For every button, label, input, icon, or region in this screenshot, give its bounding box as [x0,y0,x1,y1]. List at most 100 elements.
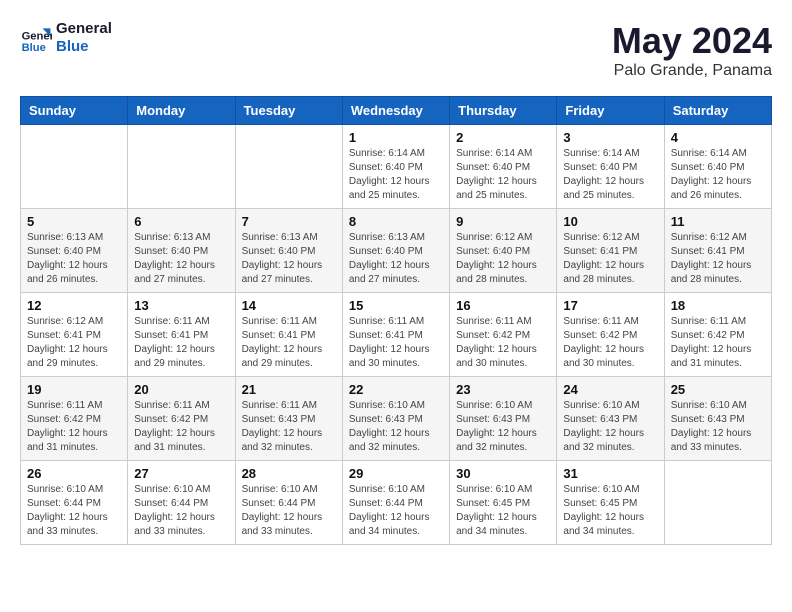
day-number: 13 [134,298,228,313]
day-number: 11 [671,214,765,229]
calendar-cell: 26Sunrise: 6:10 AM Sunset: 6:44 PM Dayli… [21,461,128,545]
calendar-week-5: 26Sunrise: 6:10 AM Sunset: 6:44 PM Dayli… [21,461,772,545]
day-info: Sunrise: 6:12 AM Sunset: 6:41 PM Dayligh… [27,315,121,371]
day-info: Sunrise: 6:10 AM Sunset: 6:43 PM Dayligh… [671,399,765,455]
calendar-header: SundayMondayTuesdayWednesdayThursdayFrid… [21,97,772,125]
calendar-cell: 8Sunrise: 6:13 AM Sunset: 6:40 PM Daylig… [342,209,449,293]
day-info: Sunrise: 6:12 AM Sunset: 6:41 PM Dayligh… [671,231,765,287]
calendar-cell [128,125,235,209]
calendar-cell: 1 Sunrise: 6:14 AM Sunset: 6:40 PM Daylig… [342,125,449,209]
calendar-cell: 11 Sunrise: 6:12 AM Sunset: 6:41 PM Dayli… [664,209,771,293]
calendar-cell: 4 Sunrise: 6:14 AM Sunset: 6:40 PM Daylig… [664,125,771,209]
day-number: 2 [456,130,550,145]
day-number: 17 [563,298,657,313]
day-info: Sunrise: 6:10 AM Sunset: 6:44 PM Dayligh… [134,483,228,539]
day-info: Sunrise: 6:11 AM Sunset: 6:43 PM Dayligh… [242,399,336,455]
day-info: Sunrise: 6:11 AM Sunset: 6:41 PM Dayligh… [349,315,443,371]
day-number: 6 [134,214,228,229]
day-info: Sunrise: 6:14 AM Sunset: 6:40 PM Dayligh… [349,147,443,203]
day-number: 12 [27,298,121,313]
day-info: Sunrise: 6:14 AM Sunset: 6:40 PM Dayligh… [563,147,657,203]
calendar-cell: 6 Sunrise: 6:13 AM Sunset: 6:40 PM Daylig… [128,209,235,293]
day-info: Sunrise: 6:11 AM Sunset: 6:42 PM Dayligh… [563,315,657,371]
day-info: Sunrise: 6:10 AM Sunset: 6:45 PM Dayligh… [563,483,657,539]
calendar-title: May 2024 [612,20,772,62]
weekday-header-tuesday: Tuesday [235,97,342,125]
logo-line2: Blue [56,38,112,56]
day-number: 7 [242,214,336,229]
day-number: 15 [349,298,443,313]
day-number: 30 [456,466,550,481]
day-info: Sunrise: 6:11 AM Sunset: 6:41 PM Dayligh… [134,315,228,371]
calendar-table: SundayMondayTuesdayWednesdayThursdayFrid… [20,96,772,545]
calendar-cell: 24Sunrise: 6:10 AM Sunset: 6:43 PM Dayli… [557,377,664,461]
day-info: Sunrise: 6:11 AM Sunset: 6:42 PM Dayligh… [671,315,765,371]
weekday-header-friday: Friday [557,97,664,125]
calendar-cell: 14Sunrise: 6:11 AM Sunset: 6:41 PM Dayli… [235,293,342,377]
calendar-cell: 29Sunrise: 6:10 AM Sunset: 6:44 PM Dayli… [342,461,449,545]
calendar-week-3: 12 Sunrise: 6:12 AM Sunset: 6:41 PM Dayli… [21,293,772,377]
day-info: Sunrise: 6:12 AM Sunset: 6:40 PM Dayligh… [456,231,550,287]
calendar-cell: 19 Sunrise: 6:11 AM Sunset: 6:42 PM Dayli… [21,377,128,461]
calendar-cell: 5Sunrise: 6:13 AM Sunset: 6:40 PM Daylig… [21,209,128,293]
day-info: Sunrise: 6:14 AM Sunset: 6:40 PM Dayligh… [671,147,765,203]
calendar-subtitle: Palo Grande, Panama [612,62,772,80]
calendar-cell [21,125,128,209]
calendar-cell: 15 Sunrise: 6:11 AM Sunset: 6:41 PM Dayli… [342,293,449,377]
calendar-cell: 2 Sunrise: 6:14 AM Sunset: 6:40 PM Daylig… [450,125,557,209]
calendar-cell [235,125,342,209]
weekday-header-sunday: Sunday [21,97,128,125]
day-number: 19 [27,382,121,397]
calendar-week-2: 5Sunrise: 6:13 AM Sunset: 6:40 PM Daylig… [21,209,772,293]
calendar-cell: 27Sunrise: 6:10 AM Sunset: 6:44 PM Dayli… [128,461,235,545]
calendar-cell: 12 Sunrise: 6:12 AM Sunset: 6:41 PM Dayli… [21,293,128,377]
calendar-cell: 25Sunrise: 6:10 AM Sunset: 6:43 PM Dayli… [664,377,771,461]
day-info: Sunrise: 6:11 AM Sunset: 6:42 PM Dayligh… [134,399,228,455]
day-number: 9 [456,214,550,229]
day-info: Sunrise: 6:10 AM Sunset: 6:43 PM Dayligh… [456,399,550,455]
day-info: Sunrise: 6:14 AM Sunset: 6:40 PM Dayligh… [456,147,550,203]
day-info: Sunrise: 6:12 AM Sunset: 6:41 PM Dayligh… [563,231,657,287]
calendar-body: 1 Sunrise: 6:14 AM Sunset: 6:40 PM Daylig… [21,125,772,545]
day-info: Sunrise: 6:11 AM Sunset: 6:42 PM Dayligh… [27,399,121,455]
day-info: Sunrise: 6:13 AM Sunset: 6:40 PM Dayligh… [27,231,121,287]
page-header: General Blue General Blue May 2024 Palo … [20,20,772,80]
day-number: 23 [456,382,550,397]
day-info: Sunrise: 6:10 AM Sunset: 6:44 PM Dayligh… [349,483,443,539]
day-number: 3 [563,130,657,145]
svg-text:Blue: Blue [22,42,46,54]
day-info: Sunrise: 6:10 AM Sunset: 6:43 PM Dayligh… [563,399,657,455]
day-info: Sunrise: 6:13 AM Sunset: 6:40 PM Dayligh… [134,231,228,287]
day-number: 14 [242,298,336,313]
day-number: 1 [349,130,443,145]
day-number: 28 [242,466,336,481]
calendar-cell: 10Sunrise: 6:12 AM Sunset: 6:41 PM Dayli… [557,209,664,293]
weekday-header-thursday: Thursday [450,97,557,125]
calendar-cell: 30 Sunrise: 6:10 AM Sunset: 6:45 PM Dayli… [450,461,557,545]
calendar-cell: 7Sunrise: 6:13 AM Sunset: 6:40 PM Daylig… [235,209,342,293]
calendar-cell: 23 Sunrise: 6:10 AM Sunset: 6:43 PM Dayli… [450,377,557,461]
calendar-cell: 16 Sunrise: 6:11 AM Sunset: 6:42 PM Dayli… [450,293,557,377]
day-number: 18 [671,298,765,313]
logo-text: General Blue [56,20,112,56]
day-info: Sunrise: 6:10 AM Sunset: 6:44 PM Dayligh… [242,483,336,539]
logo-line1: General [56,20,112,38]
logo-icon: General Blue [20,22,52,54]
calendar-cell: 22Sunrise: 6:10 AM Sunset: 6:43 PM Dayli… [342,377,449,461]
day-number: 4 [671,130,765,145]
calendar-week-1: 1 Sunrise: 6:14 AM Sunset: 6:40 PM Daylig… [21,125,772,209]
calendar-cell: 17 Sunrise: 6:11 AM Sunset: 6:42 PM Dayli… [557,293,664,377]
weekday-header-saturday: Saturday [664,97,771,125]
day-number: 16 [456,298,550,313]
calendar-cell: 9 Sunrise: 6:12 AM Sunset: 6:40 PM Daylig… [450,209,557,293]
calendar-cell: 20Sunrise: 6:11 AM Sunset: 6:42 PM Dayli… [128,377,235,461]
title-area: May 2024 Palo Grande, Panama [612,20,772,80]
calendar-cell: 28 Sunrise: 6:10 AM Sunset: 6:44 PM Dayli… [235,461,342,545]
day-info: Sunrise: 6:10 AM Sunset: 6:45 PM Dayligh… [456,483,550,539]
day-info: Sunrise: 6:11 AM Sunset: 6:42 PM Dayligh… [456,315,550,371]
calendar-cell [664,461,771,545]
calendar-cell: 3 Sunrise: 6:14 AM Sunset: 6:40 PM Daylig… [557,125,664,209]
day-number: 22 [349,382,443,397]
weekday-header-monday: Monday [128,97,235,125]
day-number: 21 [242,382,336,397]
